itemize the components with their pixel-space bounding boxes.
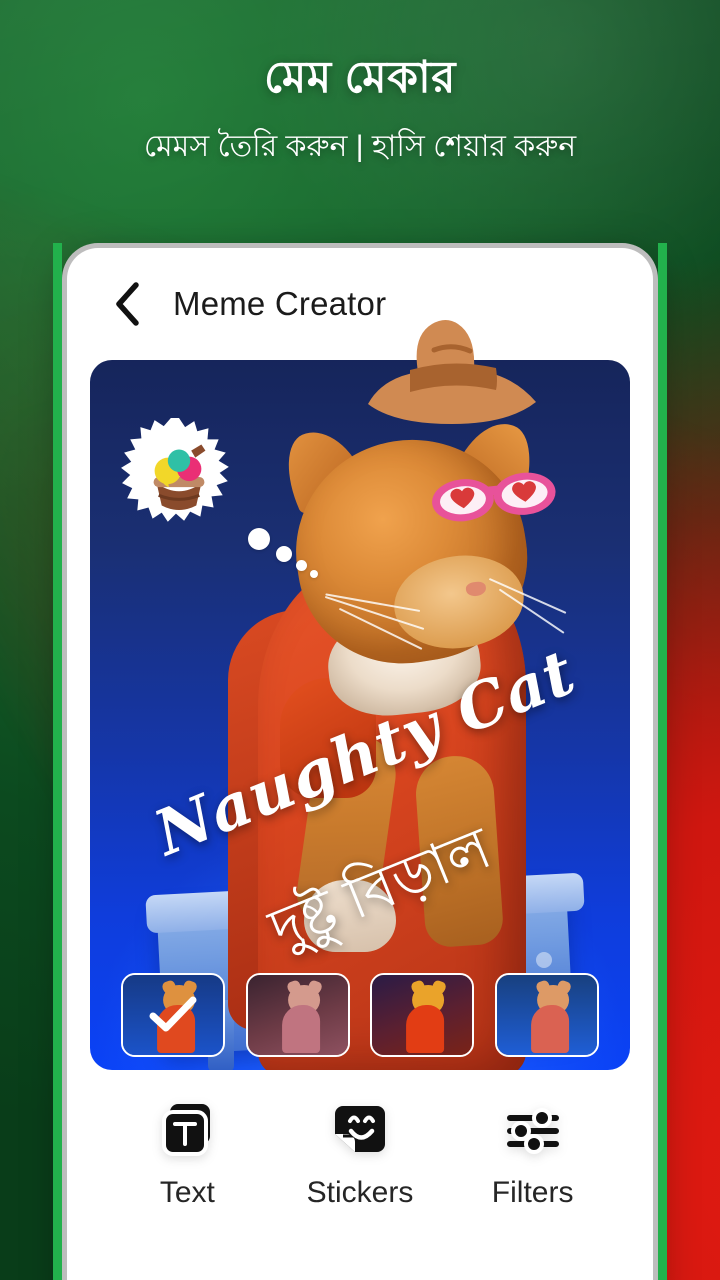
- phone-edge-strip-left: [53, 243, 62, 1280]
- promo-title: মেম মেকার: [264, 53, 456, 102]
- meme-canvas-clip: Naughty Cat দুষ্টু বিড়াল: [90, 360, 630, 1070]
- thought-dot-2: [276, 546, 292, 562]
- toolbar-label-filters: Filters: [491, 1176, 574, 1209]
- thought-dot-4: [310, 570, 318, 578]
- filter-thumbnail-1[interactable]: [245, 973, 350, 1057]
- thought-dot-1: [248, 528, 270, 550]
- toolbar-label-text: Text: [159, 1176, 215, 1209]
- cowboy-hat-icon: [368, 320, 536, 424]
- filter-thumbnail-3[interactable]: [495, 973, 600, 1057]
- thought-bubble-sticker[interactable]: [118, 416, 240, 538]
- toolbar-item-text[interactable]: Text: [112, 1102, 262, 1210]
- toolbar-item-stickers[interactable]: Stickers: [285, 1102, 435, 1210]
- toolbar-label-stickers: Stickers: [306, 1176, 414, 1209]
- filter-selected-indicator: [123, 975, 223, 1055]
- promo-header: মেম মেকার মেমস তৈরি করুন | হাসি শেয়ার ক…: [0, 0, 720, 173]
- thought-bubble-icon: [121, 418, 229, 522]
- thumbnail-cat: [274, 979, 326, 1053]
- back-button[interactable]: [105, 282, 149, 326]
- page-title: Meme Creator: [173, 285, 387, 322]
- filter-thumbnail-0[interactable]: [120, 973, 225, 1057]
- toolbar-item-filters[interactable]: Filters: [458, 1102, 608, 1210]
- phone-edge-strip-right: [658, 243, 667, 1280]
- thumbnail-cat: [398, 979, 450, 1053]
- app-bar: Meme Creator: [67, 248, 653, 360]
- meme-canvas[interactable]: Naughty Cat দুষ্টু বিড়াল: [90, 320, 630, 1070]
- cowboy-hat-sticker[interactable]: [362, 320, 544, 430]
- promo-subtitle: মেমস তৈরি করুন | হাসি শেয়ার করুন: [143, 129, 577, 163]
- thumbnail-cat: [523, 979, 575, 1053]
- thought-dot-3: [296, 560, 307, 571]
- stool-dot-3: [536, 952, 552, 968]
- chevron-left-icon: [116, 282, 139, 326]
- phone-mockup: Meme Creator Naughty Cat দুষ্টু বিড়াল T…: [62, 243, 658, 1280]
- check-icon: [149, 996, 197, 1032]
- filter-thumbnail-2[interactable]: [370, 973, 475, 1057]
- filters-sliders-icon: [504, 1102, 562, 1160]
- sticker-smiley-icon: [331, 1102, 389, 1160]
- text-tool-icon: [158, 1102, 216, 1160]
- bottom-toolbar: Text Stickers Filters: [67, 1070, 653, 1210]
- filter-thumbnail-strip: [90, 968, 630, 1070]
